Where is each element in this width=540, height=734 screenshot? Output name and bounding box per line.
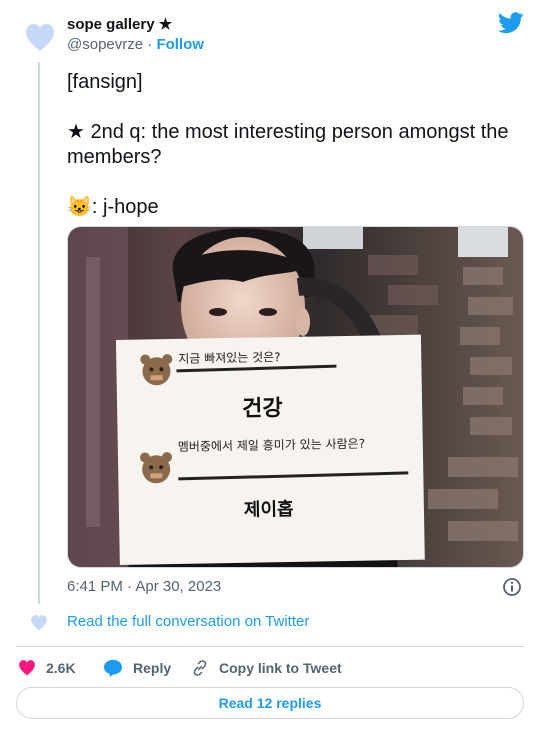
author-handle[interactable]: @sopevrze — [67, 36, 143, 53]
reply-label: Reply — [133, 660, 172, 676]
tweet-timestamp[interactable]: 6:41 PM · Apr 30, 2023 — [67, 578, 221, 595]
like-count: 2.6K — [46, 660, 76, 676]
copy-link-label: Copy link to Tweet — [219, 660, 342, 676]
reply-bubble-icon — [104, 659, 122, 677]
tweet-photo[interactable]: 지금 빠져있는 것은? 건강 멤버중에서 제일 흥미가 있는 사람은? 제이홉 — [67, 226, 524, 568]
tweet-text: [fansign] ★ 2nd q: the most interesting … — [67, 71, 509, 218]
thread-line — [38, 62, 40, 604]
photo-illustration: 지금 빠져있는 것은? 건강 멤버중에서 제일 흥미가 있는 사람은? 제이홉 — [68, 227, 523, 567]
read-replies-button[interactable]: Read 12 replies — [16, 687, 524, 719]
fansign-card: 지금 빠져있는 것은? 건강 멤버중에서 제일 흥미가 있는 사람은? 제이홉 — [115, 334, 425, 565]
reply-button[interactable]: Reply — [103, 658, 171, 678]
card-question-1: 지금 빠져있는 것은? — [178, 350, 281, 366]
handle-separator: · — [147, 36, 153, 53]
thread-heart-icon — [31, 615, 47, 631]
avatar-heart-icon[interactable] — [24, 22, 56, 54]
follow-link[interactable]: Follow — [156, 36, 204, 53]
twitter-bird-icon[interactable] — [498, 12, 524, 34]
like-heart-icon — [19, 660, 35, 676]
author-handle-row: @sopevrze · Follow — [67, 36, 204, 53]
like-button[interactable]: 2.6K — [18, 658, 76, 678]
divider — [16, 646, 524, 647]
read-conversation-link[interactable]: Read the full conversation on Twitter — [67, 613, 309, 630]
author-name[interactable]: sope gallery ★ — [67, 15, 172, 33]
link-icon — [193, 660, 207, 676]
card-answer-2: 제이홉 — [244, 498, 294, 521]
tweet-embed: sope gallery ★ @sopevrze · Follow [fansi… — [0, 0, 540, 734]
copy-link-button[interactable]: Copy link to Tweet — [191, 658, 342, 678]
card-answer-1: 건강 — [242, 396, 283, 422]
info-icon[interactable] — [502, 577, 522, 597]
